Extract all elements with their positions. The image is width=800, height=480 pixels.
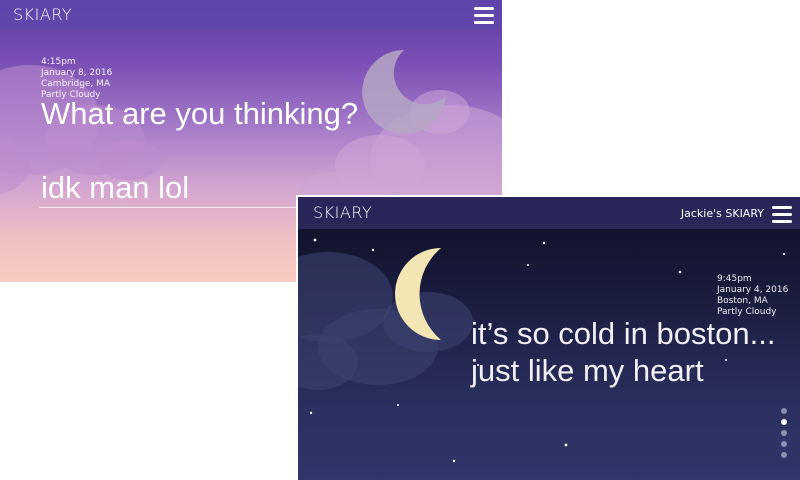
menu-icon[interactable] — [474, 5, 494, 25]
top-bar: SKIARY — [0, 0, 502, 30]
diary-entry-text: it’s so cold in boston... just like my h… — [471, 315, 775, 389]
entry-date: January 8, 2016 — [41, 68, 113, 78]
entry-line: just like my heart — [471, 353, 704, 388]
entry-time: 4:15pm — [41, 57, 76, 67]
entry-metadata: 9:45pm January 4, 2016 Boston, MA Partly… — [717, 274, 788, 318]
page-dot[interactable] — [781, 441, 787, 447]
page-dot[interactable] — [781, 430, 787, 436]
screen-night: SKIARY Jackie's SKIARY 9:45pm January 4,… — [298, 197, 800, 480]
prompt-heading: What are you thinking? — [41, 96, 359, 131]
page-dot[interactable] — [781, 452, 787, 458]
menu-icon[interactable] — [772, 204, 792, 224]
top-bar: SKIARY Jackie's SKIARY — [298, 197, 800, 229]
brand-logo: SKIARY — [313, 203, 373, 222]
page-indicator — [781, 408, 789, 463]
entry-line: it’s so cold in boston... — [471, 316, 776, 351]
page-dot[interactable] — [781, 419, 787, 425]
entry-time: 9:45pm — [717, 274, 752, 284]
skiary-owner-label[interactable]: Jackie's SKIARY — [628, 207, 764, 220]
entry-metadata: 4:15pm January 8, 2016 Cambridge, MA Par… — [41, 57, 112, 101]
page-dot[interactable] — [781, 408, 787, 414]
entry-location: Cambridge, MA — [41, 79, 111, 89]
diary-entry-input[interactable] — [41, 170, 291, 206]
entry-location: Boston, MA — [717, 296, 768, 306]
entry-date: January 4, 2016 — [717, 285, 789, 295]
input-underline — [39, 207, 301, 208]
brand-logo: SKIARY — [13, 5, 73, 24]
